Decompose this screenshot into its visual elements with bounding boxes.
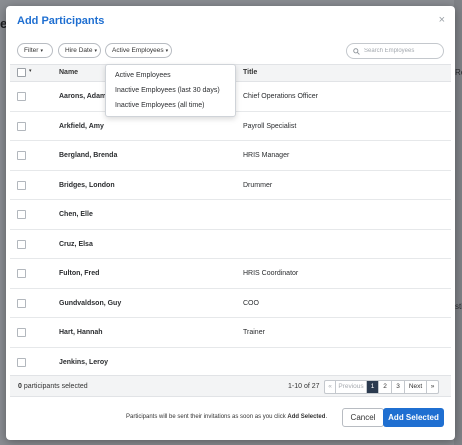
employee-name: Bergland, Brenda: [59, 152, 118, 159]
row-checkbox[interactable]: [17, 298, 26, 308]
column-header-name[interactable]: Name: [59, 69, 78, 76]
row-checkbox[interactable]: [17, 180, 26, 190]
row-checkbox[interactable]: [17, 239, 26, 249]
close-icon[interactable]: ×: [439, 15, 445, 26]
employee-name: Arkfield, Amy: [59, 122, 104, 130]
page-button-1[interactable]: 1: [367, 381, 379, 393]
row-checkbox[interactable]: [17, 210, 26, 219]
add-selected-button[interactable]: Add Selected: [383, 408, 444, 427]
employee-name: Bridges, London: [59, 181, 115, 189]
table-row[interactable]: Chen, Elle: [10, 200, 451, 230]
employee-name: Cruz, Elsa: [59, 240, 93, 248]
row-checkbox[interactable]: [17, 151, 26, 160]
menu-item-inactive-all-time[interactable]: Inactive Employees (all time): [115, 102, 204, 109]
chevron-down-icon[interactable]: ▾: [29, 68, 32, 74]
hire-date-label: Hire Date: [65, 47, 93, 54]
backdrop-right-fragment: Re stic: [454, 0, 462, 445]
employee-title: HRIS Manager: [243, 152, 290, 159]
column-header-title[interactable]: Title: [243, 69, 257, 76]
table-row[interactable]: Jenkins, Leroy: [10, 348, 451, 376]
filter-dropdown[interactable]: Filter ▾: [17, 43, 53, 58]
employee-title: COO: [243, 299, 259, 307]
page-button-3[interactable]: 3: [392, 381, 405, 393]
row-checkbox[interactable]: [17, 121, 26, 131]
selected-label: participants selected: [23, 383, 88, 390]
hire-date-dropdown[interactable]: Hire Date ▾: [58, 43, 101, 58]
chevron-down-icon: ▾: [165, 47, 169, 54]
add-participants-modal: Add Participants × Filter ▾ Hire Date ▾ Ac…: [6, 6, 455, 440]
select-all-checkbox[interactable]: [17, 68, 26, 77]
selected-count-text: 0 participants selected: [18, 383, 88, 390]
employee-name: Hart, Hannah: [59, 329, 103, 336]
first-page-button[interactable]: «: [325, 381, 336, 393]
notice-action: Add Selected: [287, 414, 326, 420]
previous-page-button[interactable]: Previous: [336, 381, 367, 393]
table-row[interactable]: Bergland, Brenda HRIS Manager: [10, 141, 451, 171]
notice-suffix: .: [325, 414, 328, 420]
table-row[interactable]: Gundvaldson, Guy COO: [10, 289, 451, 318]
menu-item-inactive-30-days[interactable]: Inactive Employees (last 30 days): [115, 87, 220, 94]
employee-title: Chief Operations Officer: [243, 93, 318, 100]
search-icon: [353, 48, 360, 55]
search-input[interactable]: [364, 46, 440, 56]
employee-name: Chen, Elle: [59, 211, 93, 218]
last-page-button[interactable]: »: [427, 381, 438, 393]
chevron-down-icon: ▾: [40, 47, 43, 54]
employee-name: Gundvaldson, Guy: [59, 299, 122, 307]
cancel-button[interactable]: Cancel: [342, 408, 384, 427]
search-box: [346, 43, 444, 59]
pagination-range: 1-10 of 27: [288, 383, 320, 390]
employee-title: Trainer: [243, 329, 265, 336]
backdrop-right-text-1: Re: [455, 68, 462, 77]
pagination: « Previous 1 2 3 Next »: [324, 380, 439, 394]
employee-status-dropdown[interactable]: Active Employees ▾: [105, 43, 172, 58]
employee-title: HRIS Coordinator: [243, 270, 299, 277]
filter-label: Filter: [24, 47, 39, 54]
employee-name: Fulton, Fred: [59, 270, 100, 277]
chevron-down-icon: ▾: [94, 47, 97, 54]
table-row[interactable]: Cruz, Elsa: [10, 230, 451, 259]
backdrop-right-text-2: stic: [455, 302, 462, 311]
filter-bar: Filter ▾ Hire Date ▾ Active Employees ▾: [17, 43, 444, 59]
row-checkbox[interactable]: [17, 269, 26, 278]
invitation-notice: Participants will be sent their invitati…: [126, 414, 327, 420]
row-checkbox[interactable]: [17, 357, 26, 367]
table-row[interactable]: Hart, Hannah Trainer: [10, 318, 451, 348]
notice-text: Participants will be sent their invitati…: [126, 414, 286, 420]
row-checkbox[interactable]: [17, 328, 26, 337]
table-row[interactable]: Bridges, London Drummer: [10, 171, 451, 200]
next-page-button[interactable]: Next: [405, 381, 427, 393]
employee-title: Payroll Specialist: [243, 122, 297, 130]
employee-title: Drummer: [243, 181, 273, 189]
employee-name: Jenkins, Leroy: [59, 358, 109, 366]
employee-status-menu: Active Employees Inactive Employees (las…: [105, 64, 236, 117]
table-footer: 0 participants selected 1-10 of 27 « Pre…: [10, 375, 451, 397]
row-checkbox[interactable]: [17, 92, 26, 101]
menu-item-active-employees[interactable]: Active Employees: [115, 72, 171, 79]
page-button-2[interactable]: 2: [379, 381, 392, 393]
employee-status-label: Active Employees: [112, 47, 164, 54]
modal-title: Add Participants: [17, 15, 105, 27]
employee-name: Aarons, Adam: [59, 93, 107, 100]
selected-count: 0: [18, 383, 22, 390]
table-row[interactable]: Fulton, Fred HRIS Coordinator: [10, 259, 451, 289]
